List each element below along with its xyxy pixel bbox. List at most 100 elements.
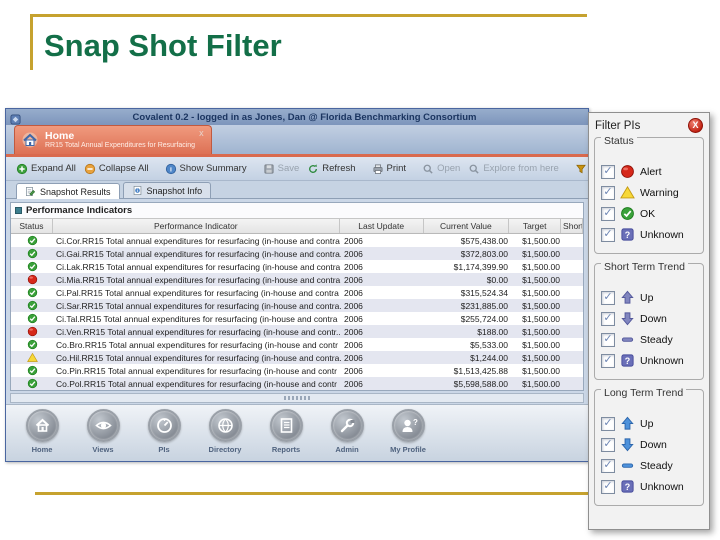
slide-accent-line-bottom bbox=[35, 492, 588, 495]
nav-item-home[interactable]: Home bbox=[16, 409, 68, 454]
nav-item-my-profile[interactable]: ? My Profile bbox=[382, 409, 434, 454]
cell-last-update: 2006 bbox=[344, 235, 363, 246]
cell-last-update: 2006 bbox=[344, 378, 363, 389]
nav-item-admin[interactable]: Admin bbox=[321, 409, 373, 454]
cell-target: $1,500.00 bbox=[522, 287, 560, 298]
toolbar-button-open[interactable]: Open bbox=[418, 161, 464, 177]
column-header-performance-indicator[interactable]: Performance Indicator bbox=[53, 219, 340, 233]
table-row[interactable]: Co.Bro.RR15 Total annual expenditures fo… bbox=[11, 338, 583, 351]
filter-item-long-term-trend-down: ✓ Down bbox=[601, 437, 697, 452]
column-header-short-trend[interactable]: Short Trend bbox=[561, 219, 583, 233]
snapshot-subtabs: Snapshot Results i Snapshot Info bbox=[6, 181, 588, 199]
filter-item-label: Warning bbox=[640, 186, 679, 199]
horizontal-scrollbar[interactable] bbox=[10, 393, 584, 403]
checkbox-ok[interactable]: ✓ bbox=[601, 206, 615, 221]
table-row[interactable]: Co.Hil.RR15 Total annual expenditures fo… bbox=[11, 351, 583, 364]
ok-status-icon bbox=[11, 378, 53, 389]
table-row[interactable]: Ci.Sar.RR15 Total annual expenditures fo… bbox=[11, 299, 583, 312]
cell-current-value: $1,244.00 bbox=[470, 352, 508, 363]
filter-item-label: Steady bbox=[640, 333, 673, 346]
nav-item-reports[interactable]: Reports bbox=[260, 409, 312, 454]
column-header-last-update[interactable]: Last Update bbox=[340, 219, 424, 233]
save-icon bbox=[263, 163, 275, 175]
nav-item-pis[interactable]: PIs bbox=[138, 409, 190, 454]
nav-label: My Profile bbox=[390, 445, 426, 454]
pis-icon bbox=[147, 409, 181, 442]
table-row[interactable]: Ci.Mia.RR15 Total annual expenditures fo… bbox=[11, 273, 583, 286]
filter-item-label: Alert bbox=[640, 165, 662, 178]
cell-last-update: 2006 bbox=[344, 287, 363, 298]
table-row[interactable]: Ci.Ven.RR15 Total annual expenditures fo… bbox=[11, 325, 583, 338]
column-header-target[interactable]: Target bbox=[509, 219, 562, 233]
table-row[interactable]: Co.Pin.RR15 Total annual expenditures fo… bbox=[11, 364, 583, 377]
cell-last-update: 2006 bbox=[344, 365, 363, 376]
window-titlebar[interactable]: Covalent 0.2 - logged in as Jones, Dan @… bbox=[6, 109, 588, 125]
ok-status-icon bbox=[11, 248, 53, 259]
cell-last-update: 2006 bbox=[344, 313, 363, 324]
toolbar-button-show-summary[interactable]: i Show Summary bbox=[161, 161, 251, 177]
checkbox-up[interactable]: ✓ bbox=[601, 416, 615, 431]
table-row[interactable]: Ci.Gai.RR15 Total annual expenditures fo… bbox=[11, 247, 583, 260]
explore-icon bbox=[468, 163, 480, 175]
table-row[interactable]: Ci.Cor.RR15 Total annual expenditures fo… bbox=[11, 234, 583, 247]
ok-status-icon bbox=[11, 300, 53, 311]
up-icon bbox=[620, 290, 635, 305]
scrollbar-grip[interactable] bbox=[284, 396, 310, 400]
nav-label: Directory bbox=[208, 445, 242, 454]
checkbox-up[interactable]: ✓ bbox=[601, 290, 615, 305]
results-pane: Performance Indicators Status Performance… bbox=[10, 202, 584, 391]
info-icon: i bbox=[132, 185, 143, 196]
checkbox-alert[interactable]: ✓ bbox=[601, 164, 615, 179]
tab-close-icon[interactable]: x bbox=[199, 128, 204, 138]
checkbox-unknown[interactable]: ✓ bbox=[601, 479, 615, 494]
cell-current-value: $231,885.00 bbox=[460, 300, 508, 311]
alert-status-icon bbox=[11, 274, 53, 285]
cell-target: $1,500.00 bbox=[522, 365, 560, 376]
toolbar-button-print[interactable]: Print bbox=[368, 161, 411, 177]
cell-last-update: 2006 bbox=[344, 352, 363, 363]
toolbar-button-label: Explore from here bbox=[483, 163, 559, 174]
table-row[interactable]: Ci.Lak.RR15 Total annual expenditures fo… bbox=[11, 260, 583, 273]
home-tab-icon bbox=[20, 132, 40, 148]
cell-target: $1,500.00 bbox=[522, 378, 560, 389]
nav-item-directory[interactable]: Directory bbox=[199, 409, 251, 454]
toolbar-button-label: Print bbox=[386, 163, 407, 174]
toolbar-button-expand-all[interactable]: Expand All bbox=[12, 161, 80, 177]
cell-current-value: $5,598,588.00 bbox=[453, 378, 508, 389]
profile-icon: ? bbox=[391, 409, 425, 442]
toolbar-button-save[interactable]: Save bbox=[259, 161, 304, 177]
filter-close-icon[interactable]: X bbox=[688, 118, 703, 133]
checkbox-unknown[interactable]: ✓ bbox=[601, 353, 615, 368]
nav-label: Admin bbox=[335, 445, 359, 454]
checkbox-steady[interactable]: ✓ bbox=[601, 332, 615, 347]
cell-current-value: $0.00 bbox=[486, 274, 508, 285]
column-header-status[interactable]: Status bbox=[11, 219, 53, 233]
checkbox-steady[interactable]: ✓ bbox=[601, 458, 615, 473]
filter-item-label: Up bbox=[640, 417, 654, 430]
summary-icon: i bbox=[165, 163, 177, 175]
filter-item-status-alert: ✓ Alert bbox=[601, 164, 697, 179]
subtab-snapshot-results[interactable]: Snapshot Results bbox=[16, 183, 120, 199]
alert-icon bbox=[620, 164, 635, 179]
nav-item-views[interactable]: Views bbox=[77, 409, 129, 454]
toolbar-button-label: Open bbox=[437, 163, 461, 174]
section-bullet-icon bbox=[15, 207, 22, 214]
cell-last-update: 2006 bbox=[344, 326, 363, 337]
toolbar-button-collapse-all[interactable]: Collapse All bbox=[80, 161, 153, 177]
home-icon bbox=[25, 409, 59, 442]
filter-item-short-term-trend-steady: ✓ Steady bbox=[601, 332, 697, 347]
toolbar-button-refresh[interactable]: Refresh bbox=[303, 161, 359, 177]
checkbox-unknown[interactable]: ✓ bbox=[601, 227, 615, 242]
checkbox-down[interactable]: ✓ bbox=[601, 311, 615, 326]
tab-home[interactable]: Home RR15 Total Annual Expenditures for … bbox=[14, 125, 212, 154]
toolbar-button-explore-from-here[interactable]: Explore from here bbox=[464, 161, 563, 177]
checkbox-warning[interactable]: ✓ bbox=[601, 185, 615, 200]
table-row[interactable]: Co.Pol.RR15 Total annual expenditures fo… bbox=[11, 377, 583, 390]
subtab-snapshot-info[interactable]: i Snapshot Info bbox=[122, 182, 212, 198]
table-row[interactable]: Ci.Tal.RR15 Total annual expenditures fo… bbox=[11, 312, 583, 325]
tab-subtitle: RR15 Total Annual Expenditures for Resur… bbox=[45, 142, 196, 150]
reports-icon bbox=[269, 409, 303, 442]
checkbox-down[interactable]: ✓ bbox=[601, 437, 615, 452]
column-header-current-value[interactable]: Current Value bbox=[424, 219, 510, 233]
table-row[interactable]: Ci.Pal.RR15 Total annual expenditures fo… bbox=[11, 286, 583, 299]
